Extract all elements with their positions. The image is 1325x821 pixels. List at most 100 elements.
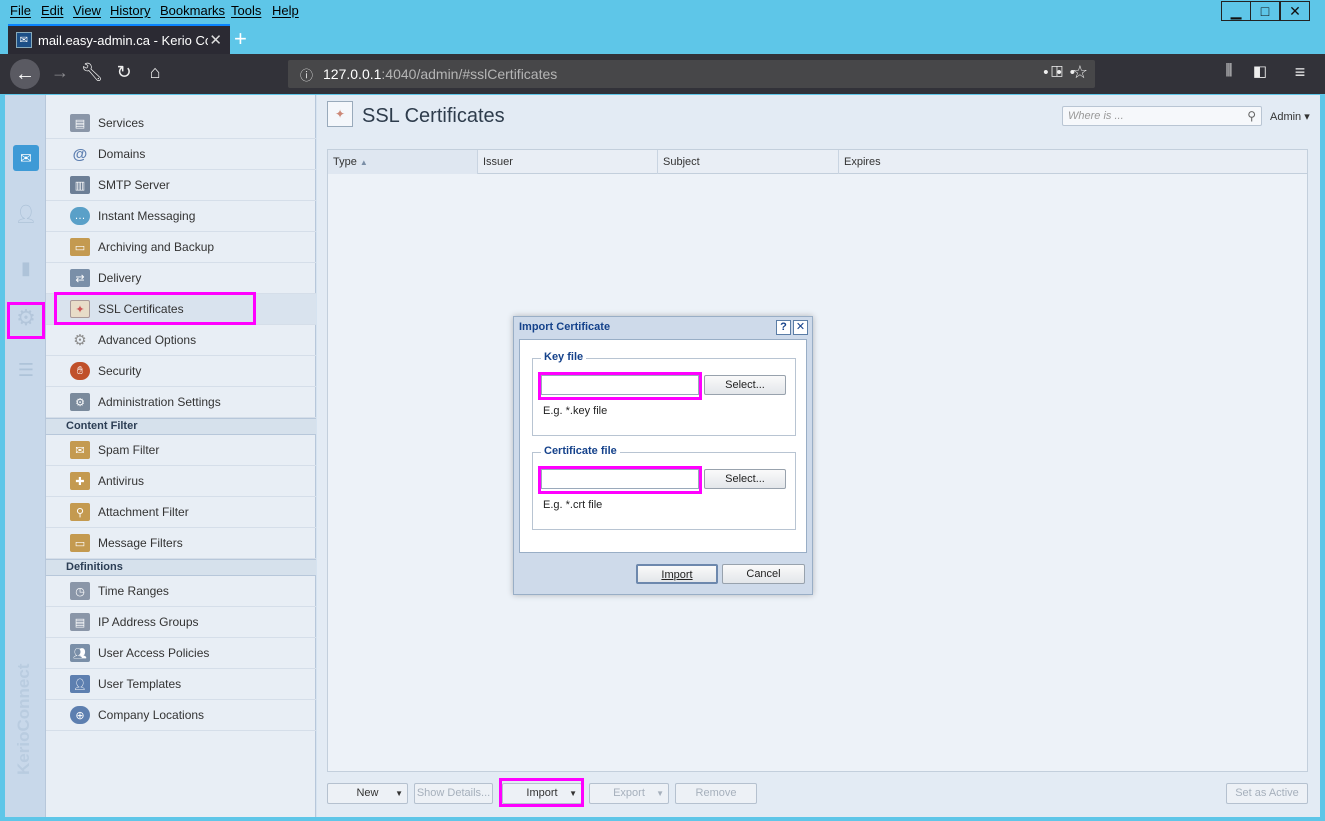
nav-item-services[interactable]: ▤ Services <box>46 108 316 139</box>
nav-label: Advanced Options <box>98 333 197 347</box>
search-icon[interactable]: ⚲ <box>1247 109 1256 123</box>
highlight-ssl-nav <box>54 292 256 325</box>
dropdown-arrow-icon: ▼ <box>656 789 664 798</box>
key-file-select-button[interactable]: Select... <box>704 375 786 395</box>
nav-label: Security <box>98 364 142 378</box>
nav-label: User Access Policies <box>98 646 210 660</box>
access-policy-icon: 👥︎ <box>70 644 90 662</box>
button-label: New <box>356 787 379 799</box>
mail-section-icon[interactable]: ✉ <box>13 145 39 171</box>
wrench-icon[interactable]: 🔧︎ <box>80 62 104 83</box>
url-host: 127.0.0.1 <box>323 66 382 82</box>
nav-item-company-locations[interactable]: ⊕ Company Locations <box>46 700 316 731</box>
dialog-cancel-button[interactable]: Cancel <box>722 564 805 584</box>
nav-item-spam-filter[interactable]: ✉ Spam Filter <box>46 435 316 466</box>
close-window-button[interactable]: ✕ <box>1280 1 1310 21</box>
remove-button[interactable]: Remove <box>675 783 757 804</box>
nav-item-smtp-server[interactable]: ▥ SMTP Server <box>46 170 316 201</box>
highlight-config-icon <box>7 302 45 339</box>
forward-icon[interactable]: → <box>48 62 72 83</box>
pocket-icon[interactable]: ◫ <box>1045 62 1069 79</box>
message-filter-icon: ▭ <box>70 534 90 552</box>
reload-icon[interactable]: ↻ <box>112 62 136 83</box>
export-button[interactable]: Export ▼ <box>589 783 669 804</box>
nav-item-user-access-policies[interactable]: 👥︎ User Access Policies <box>46 638 316 669</box>
info-icon[interactable]: ⓘ <box>300 65 313 84</box>
nav-item-advanced-options[interactable]: ⚙ Advanced Options <box>46 325 316 356</box>
gears-icon: ⚙ <box>73 332 87 349</box>
menu-help[interactable]: Help <box>272 3 299 18</box>
tab-close-icon[interactable]: ✕ <box>209 31 222 49</box>
minimize-button[interactable]: ▁ <box>1221 1 1251 21</box>
bottom-toolbar: New ▼ Show Details... Import ▼ Export ▼ Rem… <box>327 778 1308 807</box>
nav-label: Time Ranges <box>98 584 169 598</box>
statistics-section-icon[interactable]: ▮ <box>13 255 39 281</box>
library-icon[interactable]: ⫼ <box>1217 62 1241 79</box>
nav-item-user-templates[interactable]: 👤︎ User Templates <box>46 669 316 700</box>
nav-item-security[interactable]: ✋︎ Security <box>46 356 316 387</box>
close-icon[interactable]: ✕ <box>793 320 808 335</box>
nav-item-ip-address-groups[interactable]: ▤ IP Address Groups <box>46 607 316 638</box>
column-expires[interactable]: Expires <box>839 150 1307 174</box>
help-icon[interactable]: ? <box>776 320 791 335</box>
nav-item-delivery[interactable]: ⇄ Delivery <box>46 263 316 294</box>
hamburger-menu-icon[interactable]: ≡ <box>1288 62 1312 83</box>
admin-menu[interactable]: Admin ▾ <box>1270 110 1310 123</box>
column-subject[interactable]: Subject <box>658 150 839 174</box>
nav-item-administration-settings[interactable]: ⚙ Administration Settings <box>46 387 316 418</box>
menu-tools[interactable]: Tools <box>231 3 261 18</box>
menu-edit[interactable]: Edit <box>41 3 63 18</box>
show-details-button[interactable]: Show Details... <box>414 783 493 804</box>
new-button[interactable]: New ▼ <box>327 783 408 804</box>
nav-item-attachment-filter[interactable]: ⚲ Attachment Filter <box>46 497 316 528</box>
archive-icon: ▭ <box>70 238 90 256</box>
tab-strip: ✉ mail.easy-admin.ca - Kerio Cor ✕ + <box>0 22 1325 54</box>
nav-label: Attachment Filter <box>98 505 189 519</box>
button-label: Export <box>613 787 645 799</box>
nav-label: SMTP Server <box>98 178 170 192</box>
nav-item-antivirus[interactable]: ✚ Antivirus <box>46 466 316 497</box>
delivery-icon: ⇄ <box>70 269 90 287</box>
nav-label: Instant Messaging <box>98 209 196 223</box>
tab-title: mail.easy-admin.ca - Kerio Cor <box>38 32 208 48</box>
set-as-active-button[interactable]: Set as Active <box>1226 783 1308 804</box>
nav-label: Domains <box>98 147 146 161</box>
nav-item-time-ranges[interactable]: ◷ Time Ranges <box>46 576 316 607</box>
menu-view[interactable]: View <box>73 3 101 18</box>
nav-label: Company Locations <box>98 708 205 722</box>
dialog-import-button[interactable]: Import <box>636 564 718 584</box>
services-icon: ▤ <box>70 114 90 132</box>
main-content: ✦ SSL Certificates Where is ... ⚲ Admin … <box>317 95 1320 817</box>
section-icon-bar: ✉ 👤︎ ▮ ⚙ ☰ KerioConnect <box>5 95 46 817</box>
menu-history[interactable]: History <box>110 3 150 18</box>
search-input[interactable]: Where is ... ⚲ <box>1062 106 1262 126</box>
page-title: SSL Certificates <box>362 105 505 127</box>
column-type[interactable]: Type ▲ <box>328 150 478 174</box>
location-icon: ⊕ <box>70 706 90 724</box>
menu-file[interactable]: File <box>10 3 31 18</box>
key-file-legend: Key file <box>541 351 587 363</box>
back-button[interactable]: ← <box>10 59 40 89</box>
logs-section-icon[interactable]: ☰ <box>13 357 39 383</box>
hand-stop-icon: ✋︎ <box>70 362 90 380</box>
nav-item-domains[interactable]: @ Domains <box>46 139 316 170</box>
menu-bookmarks[interactable]: Bookmarks <box>160 3 225 18</box>
nav-item-message-filters[interactable]: ▭ Message Filters <box>46 528 316 559</box>
nav-item-instant-messaging[interactable]: … Instant Messaging <box>46 201 316 232</box>
sort-ascending-icon: ▲ <box>359 158 368 167</box>
certificate-file-fieldset: Certificate file Select... E.g. *.crt fi… <box>532 445 796 530</box>
nav-item-archiving-backup[interactable]: ▭ Archiving and Backup <box>46 232 316 263</box>
sidebar-icon[interactable]: ◧ <box>1248 62 1272 80</box>
users-section-icon[interactable]: 👤︎ <box>13 201 39 227</box>
url-bar[interactable]: ⓘ 127.0.0.1 :4040/admin/#sslCertificates… <box>288 60 1095 88</box>
bookmark-star-icon[interactable]: ☆ <box>1068 62 1092 83</box>
maximize-button[interactable]: □ <box>1250 1 1280 21</box>
home-icon[interactable]: ⌂ <box>143 62 167 83</box>
ssl-certificate-page-icon: ✦ <box>327 101 353 127</box>
spam-icon: ✉ <box>70 441 90 459</box>
new-tab-button[interactable]: + <box>234 26 247 52</box>
column-issuer[interactable]: Issuer <box>478 150 658 174</box>
browser-tab[interactable]: ✉ mail.easy-admin.ca - Kerio Cor ✕ <box>8 24 230 54</box>
certificate-file-select-button[interactable]: Select... <box>704 469 786 489</box>
certificate-file-hint: E.g. *.crt file <box>543 499 603 511</box>
